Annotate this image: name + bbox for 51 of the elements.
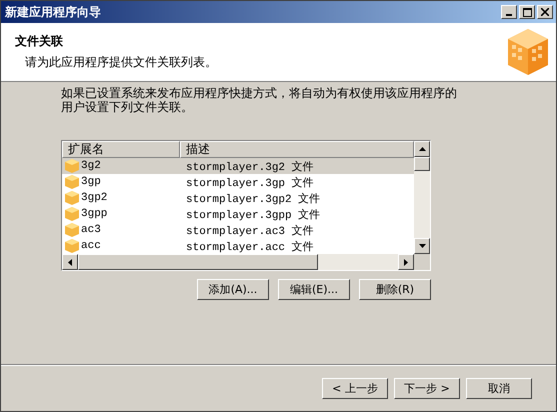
extension-text: 3gpp xyxy=(81,208,108,220)
list-row[interactable]: 3gp stormplayer.3gp 文件 xyxy=(62,174,414,190)
description-cell-text: stormplayer.3gp 文件 xyxy=(186,176,314,190)
maximize-icon xyxy=(522,8,532,16)
extension-text: ac3 xyxy=(81,224,101,236)
extension-text: 3g2 xyxy=(81,160,101,172)
list-row[interactable]: acc stormplayer.acc 文件 xyxy=(62,238,414,254)
cube-icon xyxy=(65,223,79,237)
extension-text: acc xyxy=(81,240,101,252)
cube-icon xyxy=(506,27,550,77)
extension-text: 3gp2 xyxy=(81,192,108,204)
description-cell-text: stormplayer.3g2 文件 xyxy=(186,160,314,174)
page-title: 文件关联 xyxy=(15,33,64,50)
list-row[interactable]: ac3 stormplayer.ac3 文件 xyxy=(62,222,414,238)
cube-icon xyxy=(65,191,79,205)
window-title: 新建应用程序向导 xyxy=(5,4,101,20)
description-cell-text: stormplayer.acc 文件 xyxy=(186,240,314,254)
vertical-scrollbar[interactable] xyxy=(414,141,430,270)
list-action-button[interactable]: 编辑(E)... xyxy=(278,279,350,300)
list-row[interactable]: 3g2 stormplayer.3g2 文件 xyxy=(62,158,414,174)
right-arrow-icon xyxy=(404,258,408,266)
list-action-button[interactable]: 删除(R) xyxy=(359,279,431,300)
cube-icon xyxy=(65,207,79,221)
list-action-button[interactable]: 添加(A)... xyxy=(197,279,269,300)
extension-text: 3gp xyxy=(81,176,101,188)
description-cell-text: stormplayer.3gp2 文件 xyxy=(186,192,320,206)
close-icon xyxy=(541,8,549,16)
description-cell-text: stormplayer.3gpp 文件 xyxy=(186,208,320,222)
minimize-button[interactable] xyxy=(501,5,517,19)
list-row[interactable]: 3gpp stormplayer.3gpp 文件 xyxy=(62,206,414,222)
close-button[interactable] xyxy=(537,5,553,19)
wizard-nav-button[interactable]: 下一步 > xyxy=(394,378,460,398)
cube-icon xyxy=(65,175,79,189)
list-row[interactable]: 3gp2 stormplayer.3gp2 文件 xyxy=(62,190,414,206)
wizard-nav-button[interactable]: < 上一步 xyxy=(322,378,388,398)
maximize-button[interactable] xyxy=(519,5,535,19)
scroll-thumb[interactable] xyxy=(414,157,430,171)
scrollbar-corner xyxy=(414,254,430,270)
column-header[interactable]: 扩展名 xyxy=(62,141,180,158)
scroll-thumb[interactable] xyxy=(78,254,318,270)
left-arrow-icon xyxy=(68,258,72,266)
column-header[interactable]: 描述 xyxy=(180,141,414,158)
cube-icon xyxy=(65,159,79,173)
horizontal-scrollbar[interactable] xyxy=(62,254,414,270)
description-text: 如果已设置系统来发布应用程序快捷方式，将自动为有权使用该应用程序的用户设置下列文件关联。 xyxy=(61,86,458,116)
page-subtitle: 请为此应用程序提供文件关联列表。 xyxy=(24,54,217,71)
down-arrow-icon xyxy=(418,244,426,248)
wizard-nav-button[interactable]: 取消 xyxy=(466,378,532,398)
description-cell-text: stormplayer.ac3 文件 xyxy=(186,224,314,238)
up-arrow-icon xyxy=(418,147,426,151)
cube-icon xyxy=(65,239,79,253)
